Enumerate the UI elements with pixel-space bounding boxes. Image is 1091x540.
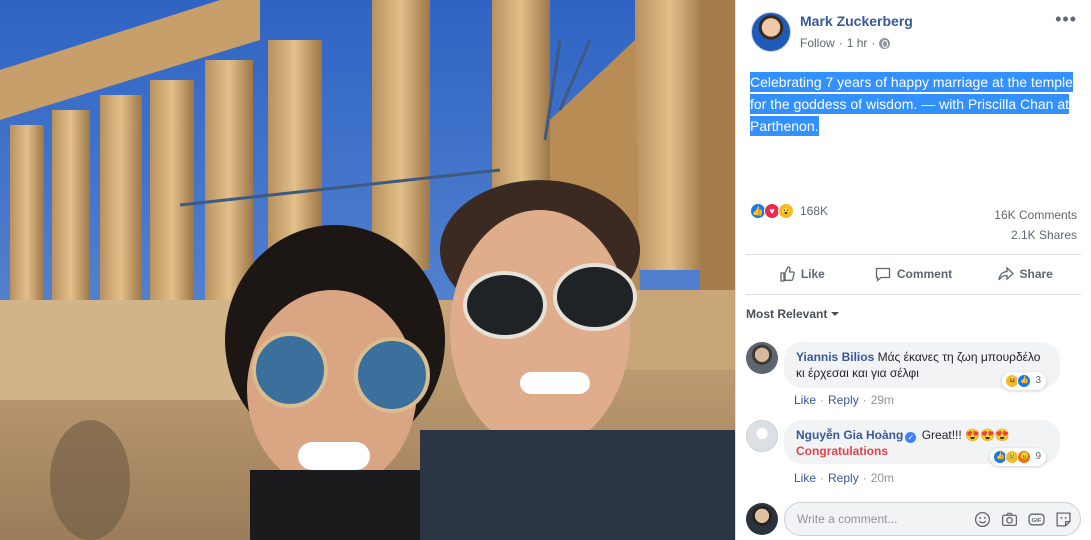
comment-like-link[interactable]: Like [794, 393, 816, 407]
comment-reaction-count: 3 [1035, 375, 1041, 386]
separator: · [862, 393, 867, 407]
share-button[interactable]: Share [969, 256, 1081, 292]
separator: · [862, 471, 867, 485]
like-label: Like [800, 267, 825, 281]
angry-icon: 😠 [1017, 450, 1032, 464]
comment-bubble-icon [875, 266, 891, 282]
comment-composer: GIF [746, 502, 1081, 536]
caret-down-icon [831, 312, 840, 316]
globe-icon [879, 37, 891, 49]
comment-text: Great!!! 😍😍😍 [921, 428, 1010, 442]
comment-input-box[interactable]: GIF [784, 502, 1081, 536]
svg-text:GIF: GIF [1031, 518, 1041, 524]
comment-item: Nguyễn Gia Hoàng ✓ Great!!! 😍😍😍 Congratul… [746, 420, 1082, 490]
like-button[interactable]: Like [746, 256, 858, 292]
share-label: Share [1019, 267, 1053, 281]
comment-input[interactable] [797, 512, 964, 526]
caption-text: Celebrating 7 years of happy marriage at… [750, 72, 1073, 136]
meta-separator: · [838, 36, 843, 50]
divider [746, 254, 1081, 255]
meta-separator-2: · [871, 36, 876, 50]
sort-label: Most Relevant [746, 307, 828, 321]
comment-like-link[interactable]: Like [794, 471, 816, 485]
comment-reply-link[interactable]: Reply [828, 393, 859, 407]
comment-label: Comment [896, 267, 953, 281]
verified-check-icon: ✓ [905, 432, 917, 443]
emoji-icon[interactable] [973, 510, 991, 528]
comment-time[interactable]: 29m [871, 393, 894, 407]
comment-actions: Like · Reply · 20m [794, 471, 894, 485]
comment-reply-link[interactable]: Reply [828, 471, 859, 485]
comment-actions: Like · Reply · 29m [794, 393, 894, 407]
wow-icon: 😮 [778, 203, 794, 219]
parthenon-selfie-image [0, 0, 735, 540]
author-avatar[interactable] [751, 12, 791, 52]
sticker-icon[interactable] [1054, 510, 1072, 528]
post-caption: Celebrating 7 years of happy marriage at… [750, 71, 1080, 137]
reactions-summary[interactable]: 👍 ♥ 😮 168K [750, 203, 828, 219]
post-timestamp[interactable]: 1 hr [847, 36, 868, 50]
post-side-panel: Mark Zuckerberg Follow · 1 hr · ••• Cele… [735, 0, 1091, 540]
comments-count[interactable]: 16K Comments [994, 205, 1077, 225]
share-arrow-icon [997, 266, 1014, 282]
separator: · [820, 471, 825, 485]
reaction-count[interactable]: 168K [800, 204, 828, 218]
comment-sort-dropdown[interactable]: Most Relevant [746, 307, 840, 321]
post-meta: Follow · 1 hr · [800, 36, 913, 50]
post-counts: 16K Comments 2.1K Shares [994, 205, 1077, 245]
more-options-icon[interactable]: ••• [1055, 10, 1077, 28]
commenter-name[interactable]: Yiannis Bilios [796, 350, 874, 364]
comment-time[interactable]: 20m [871, 471, 894, 485]
comment-item: Yiannis Bilios Μάς έκανες τη ζωη μπουρδέ… [746, 342, 1082, 412]
gif-icon[interactable]: GIF [1027, 510, 1045, 528]
follow-link[interactable]: Follow [800, 36, 835, 50]
comment-reactions[interactable]: 😆 👍 3 [1002, 372, 1046, 390]
divider [746, 294, 1081, 295]
camera-icon[interactable] [1000, 510, 1018, 528]
current-user-avatar[interactable] [746, 503, 778, 535]
commenter-name[interactable]: Nguyễn Gia Hoàng [796, 428, 903, 442]
post-actions: Like Comment Share [746, 256, 1081, 292]
commenter-avatar[interactable] [746, 420, 778, 452]
comment-reactions[interactable]: 👍 😢 😠 9 [990, 448, 1046, 466]
comment-bubble: Yiannis Bilios Μάς έκανες τη ζωη μπουρδέ… [784, 342, 1060, 390]
post-author: Mark Zuckerberg Follow · 1 hr · [751, 12, 913, 52]
thumbs-up-icon [779, 266, 795, 282]
comment-bubble: Nguyễn Gia Hoàng ✓ Great!!! 😍😍😍 Congratul… [784, 420, 1060, 466]
comment-reaction-count: 9 [1035, 451, 1041, 462]
comment-button[interactable]: Comment [858, 256, 970, 292]
separator: · [820, 393, 825, 407]
shares-count[interactable]: 2.1K Shares [994, 225, 1077, 245]
post-photo[interactable] [0, 0, 735, 540]
author-name-link[interactable]: Mark Zuckerberg [800, 13, 913, 29]
like-icon: 👍 [1017, 374, 1032, 388]
commenter-avatar[interactable] [746, 342, 778, 374]
